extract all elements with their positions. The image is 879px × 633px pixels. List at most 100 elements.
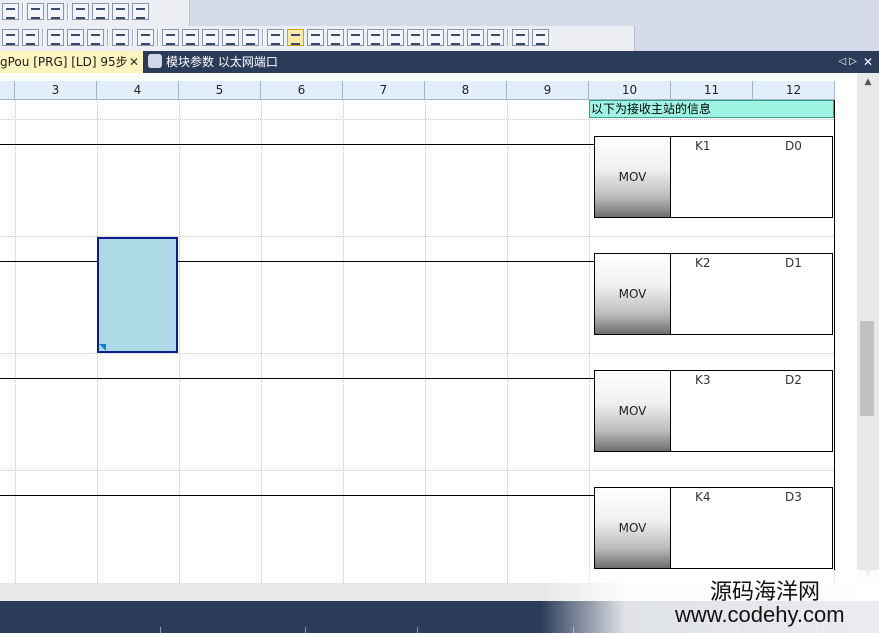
source-operand: K2 [695, 256, 711, 270]
set-icon[interactable] [447, 29, 464, 46]
tab-module-parameter[interactable]: 模块参数 以太网端口 [148, 51, 278, 73]
convert-online-icon[interactable] [87, 29, 104, 46]
reset-icon[interactable] [467, 29, 484, 46]
memory-icon[interactable] [92, 3, 109, 20]
find-icon[interactable] [202, 29, 219, 46]
close-icon[interactable]: ✕ [129, 51, 139, 73]
tool-icon[interactable] [132, 3, 149, 20]
column-header: 3 [15, 81, 97, 100]
ladder-editor[interactable]: 3 4 5 6 7 8 9 10 11 12 以下为接收主站的信息 MOV K1… [0, 73, 857, 583]
grid-line [0, 119, 835, 120]
dev-icon[interactable] [347, 29, 364, 46]
print-preview-icon[interactable] [27, 3, 44, 20]
column-header: 9 [507, 81, 589, 100]
toolbar-row-1 [0, 0, 879, 26]
rung-comment[interactable]: 以下为接收主站的信息 [589, 100, 834, 118]
watermark-url: www.codehy.com [675, 602, 845, 627]
instruction-name: MOV [595, 137, 671, 217]
grid-line [425, 100, 426, 583]
rung-icon[interactable] [487, 29, 504, 46]
scroll-thumb[interactable] [860, 321, 874, 416]
read-icon[interactable] [182, 29, 199, 46]
delete-row-icon[interactable] [137, 29, 154, 46]
mov-instruction[interactable]: MOV K2 D1 [594, 253, 833, 335]
network-icon [148, 54, 162, 68]
source-operand: K1 [695, 139, 711, 153]
replace-icon[interactable] [222, 29, 239, 46]
document-tab-bar: gPou [PRG] [LD] 95步 ✕ 模块参数 以太网端口 ◁ ▷ ✕ [0, 51, 879, 73]
right-power-rail [834, 100, 835, 583]
source-operand: K4 [695, 490, 711, 504]
list-icon[interactable] [112, 3, 129, 20]
contact-icon[interactable] [267, 29, 284, 46]
mov-instruction[interactable]: MOV K1 D0 [594, 136, 833, 218]
mov-instruction[interactable]: MOV K4 D3 [594, 487, 833, 569]
toolbar-separator [157, 29, 159, 46]
tab-program[interactable]: gPou [PRG] [LD] 95步 ✕ [0, 51, 143, 73]
instruction-name: MOV [595, 488, 671, 568]
toolbar-strip-2 [0, 26, 635, 51]
window-icon[interactable] [72, 3, 89, 20]
scroll-up-icon[interactable]: ▲ [857, 73, 879, 91]
mov-instruction[interactable]: MOV K3 D2 [594, 370, 833, 452]
insert-row-icon[interactable] [112, 29, 129, 46]
tab-scroll-arrows-icon[interactable]: ◁ ▷ [838, 51, 857, 73]
destination-operand: D0 [785, 139, 802, 153]
toolbar-separator [507, 29, 509, 46]
coil-n-icon[interactable] [407, 29, 424, 46]
toolbar-separator [42, 29, 44, 46]
ladder-icon[interactable] [2, 29, 19, 46]
instruction-name: MOV [595, 371, 671, 451]
cursor-marker-icon [99, 344, 106, 351]
destination-operand: D3 [785, 490, 802, 504]
contact-selected-icon[interactable] [287, 29, 304, 46]
destination-operand: D2 [785, 373, 802, 387]
align-icon[interactable] [427, 29, 444, 46]
rung-line [0, 378, 594, 379]
toolbar-separator [22, 3, 24, 20]
watermark: 源码海洋网 www.codehy.com [540, 570, 879, 633]
sfc-icon[interactable] [22, 29, 39, 46]
column-header: 8 [425, 81, 507, 100]
device-batch-icon[interactable] [367, 29, 384, 46]
column-header: 11 [671, 81, 753, 100]
rung-line [0, 495, 594, 496]
toolbar-strip-1 [0, 0, 190, 26]
flag-icon[interactable] [512, 29, 529, 46]
tab-program-label: gPou [PRG] [LD] 95步 [0, 55, 128, 69]
cross-ref-icon[interactable] [242, 29, 259, 46]
column-header [0, 81, 15, 100]
tab-module-parameter-label: 模块参数 以太网端口 [166, 55, 278, 69]
column-header: 10 [589, 81, 671, 100]
source-operand: K3 [695, 373, 711, 387]
grid-line [343, 100, 344, 583]
monitor-icon[interactable] [307, 29, 324, 46]
grid-line [0, 353, 835, 354]
grid-line [507, 100, 508, 583]
toolbar-separator [262, 29, 264, 46]
convert-icon[interactable] [47, 29, 64, 46]
grid-line [179, 100, 180, 583]
cell-cursor[interactable] [97, 237, 178, 353]
status-divider [417, 627, 418, 633]
rung-line [0, 144, 594, 145]
write-icon[interactable] [162, 29, 179, 46]
options-icon[interactable] [532, 29, 549, 46]
column-header: 7 [343, 81, 425, 100]
rung-line [0, 261, 594, 262]
column-header: 5 [179, 81, 261, 100]
toolbar-separator [132, 29, 134, 46]
print-icon[interactable] [47, 3, 64, 20]
destination-operand: D1 [785, 256, 802, 270]
convert-all-icon[interactable] [67, 29, 84, 46]
toolbar-separator [67, 3, 69, 20]
zoom-icon[interactable] [2, 3, 19, 20]
monitor-stop-icon[interactable] [327, 29, 344, 46]
grid-line [15, 100, 16, 583]
close-all-icon[interactable]: ✕ [863, 51, 873, 73]
toolbar-separator [107, 29, 109, 46]
column-header: 12 [753, 81, 835, 100]
coil-icon[interactable] [387, 29, 404, 46]
vertical-scrollbar[interactable]: ▲ ▼ [857, 73, 879, 583]
status-divider [160, 627, 161, 633]
